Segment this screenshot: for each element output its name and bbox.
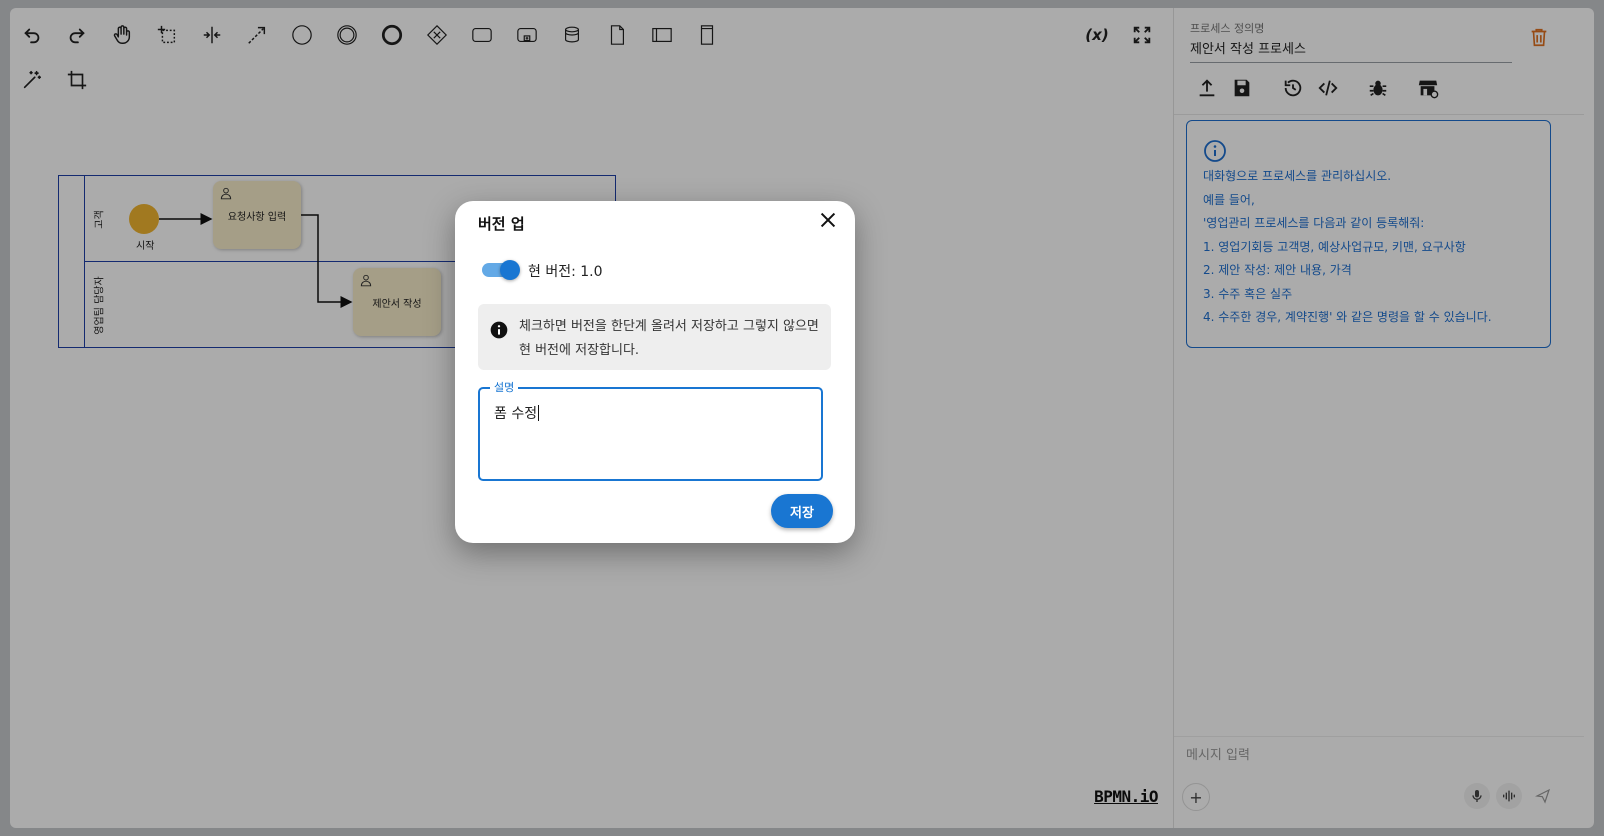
description-label: 설명: [490, 379, 519, 395]
dialog-title: 버전 업: [478, 215, 525, 233]
alert-message: 체크하면 버전을 한단계 올려서 저장하고 그렇지 않으면 현 버전에 저장합니…: [519, 319, 819, 358]
version-up-dialog: 버전 업 현 버전: 1.0 체크하면 버전을 한단계 올려서 저장하고 그렇지…: [455, 201, 855, 543]
info-icon: [490, 321, 508, 339]
toggle-thumb: [500, 260, 520, 280]
version-up-toggle[interactable]: [480, 260, 520, 280]
text-caret: [538, 405, 540, 421]
close-icon[interactable]: [815, 207, 841, 233]
description-field[interactable]: 설명 폼 수정: [478, 379, 823, 481]
description-input-wrap[interactable]: 폼 수정: [494, 403, 540, 423]
save-button[interactable]: 저장: [771, 494, 833, 528]
current-version-label: 현 버전: 1.0: [528, 264, 603, 280]
description-value[interactable]: 폼 수정: [494, 406, 537, 422]
info-alert: 체크하면 버전을 한단계 올려서 저장하고 그렇지 않으면 현 버전에 저장합니…: [478, 304, 831, 370]
